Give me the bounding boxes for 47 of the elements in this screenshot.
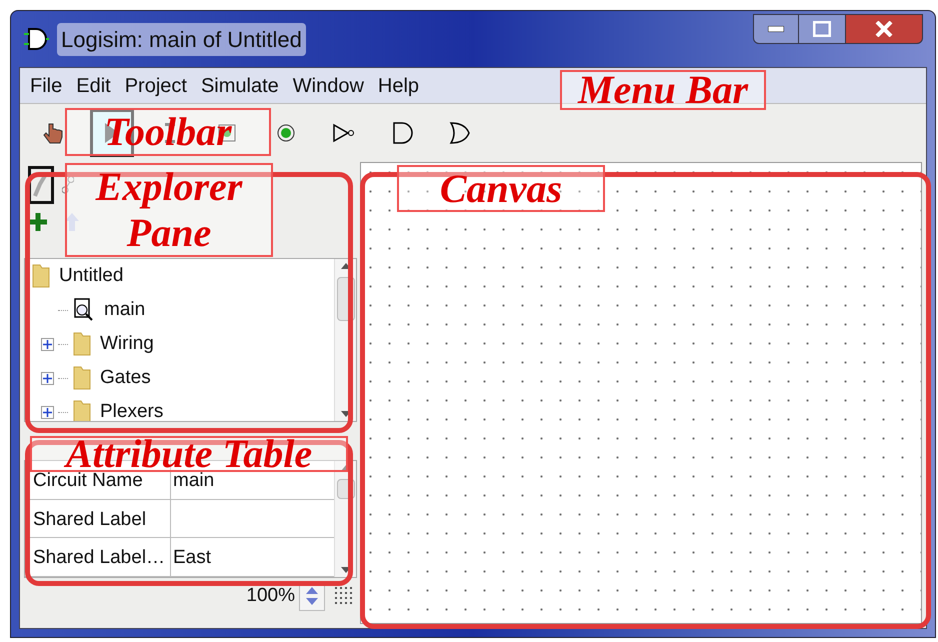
menu-item[interactable]: Help: [378, 70, 420, 100]
folder-icon: [72, 365, 92, 391]
attribute-name: Shared Label: [25, 500, 171, 538]
tree-item[interactable]: Plexers: [100, 398, 164, 421]
minimize-icon: [768, 26, 784, 32]
down-arrow-icon: [340, 567, 350, 573]
folder-icon: [31, 263, 51, 289]
menu-item[interactable]: Edit: [76, 70, 111, 100]
zoom-level: 100%: [246, 584, 295, 608]
expand-toggle[interactable]: [41, 372, 54, 384]
annotation-label: Canvas: [397, 165, 605, 212]
tree-icon: [62, 176, 74, 194]
tree-item[interactable]: Wiring: [100, 330, 154, 358]
wrench-button[interactable]: [28, 166, 54, 204]
maximize-button[interactable]: [799, 14, 845, 44]
grid-icon: [333, 585, 355, 607]
expand-toggle[interactable]: [41, 338, 54, 350]
spinner-arrows-icon: [306, 585, 318, 607]
expand-toggle[interactable]: [41, 406, 54, 418]
maximize-icon: [813, 21, 831, 37]
attribute-name: Shared Label…: [25, 538, 171, 576]
tree-item[interactable]: Untitled: [59, 262, 124, 290]
tree-item[interactable]: main: [104, 296, 146, 324]
text-tool-icon: [165, 123, 175, 143]
annotation-label: Explorer Pane: [65, 163, 273, 257]
attribute-value[interactable]: East: [171, 538, 334, 576]
plus-icon: [28, 212, 48, 232]
annotation-label: Toolbar: [65, 108, 271, 156]
annotation-label: Menu Bar: [560, 70, 766, 110]
menu-item[interactable]: Project: [124, 70, 187, 100]
minimize-button[interactable]: [753, 14, 799, 44]
menu-item[interactable]: File: [30, 70, 62, 100]
up-arrow-icon: [340, 263, 350, 269]
folder-icon: [72, 331, 92, 357]
plus-icon: [43, 340, 52, 348]
tree-item[interactable]: Gates: [100, 364, 151, 392]
window-title: Logisim: main of Untitled: [57, 22, 306, 56]
plus-icon: [43, 408, 52, 416]
app-logo-icon: [23, 26, 49, 52]
plus-icon: [43, 374, 52, 382]
up-arrow-icon: [64, 212, 80, 232]
down-arrow-icon: [340, 411, 350, 417]
menu-item[interactable]: Window: [292, 70, 364, 100]
close-icon: [875, 21, 893, 37]
folder-icon: [72, 399, 92, 421]
menu-item[interactable]: Simulate: [200, 70, 279, 100]
close-button[interactable]: [845, 14, 923, 44]
